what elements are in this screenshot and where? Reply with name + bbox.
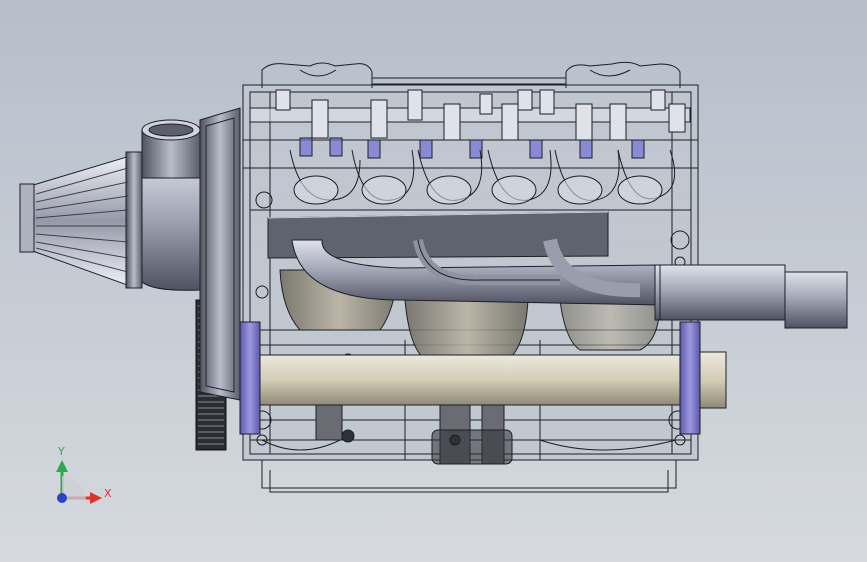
turbocharger[interactable] — [139, 119, 201, 291]
y-arrowhead-icon — [56, 460, 68, 472]
air-filter[interactable] — [19, 151, 143, 289]
x-axis-label: X — [104, 487, 112, 500]
timing-cover[interactable] — [199, 107, 241, 401]
model-viewport[interactable]: Y X — [0, 0, 867, 562]
z-axis-dot-icon — [57, 493, 67, 503]
y-axis-label: Y — [57, 445, 65, 458]
coordinate-triad: Y X — [56, 445, 112, 504]
x-arrowhead-icon — [90, 492, 102, 504]
